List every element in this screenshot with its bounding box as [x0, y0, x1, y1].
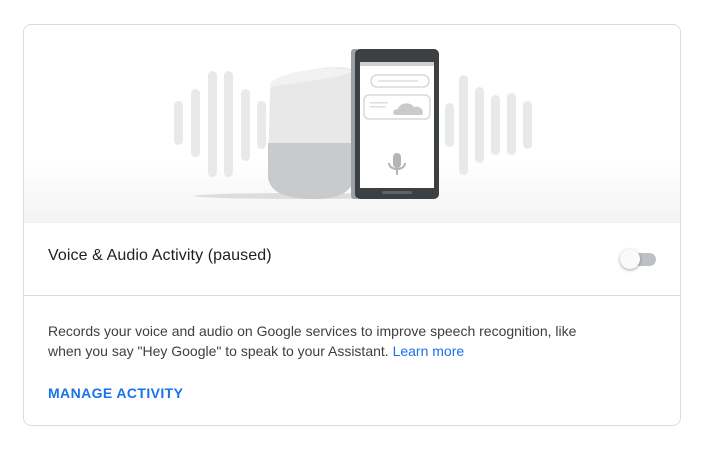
setting-title: Voice & Audio Activity (paused) — [48, 247, 272, 264]
hero-illustration — [24, 25, 680, 223]
setting-row: Voice & Audio Activity (paused) — [24, 223, 680, 296]
manage-activity-button[interactable]: MANAGE ACTIVITY — [48, 385, 183, 401]
phone-icon — [351, 49, 439, 199]
assistant-illustration — [174, 49, 532, 199]
setting-description: Records your voice and audio on Google s… — [48, 321, 608, 361]
voice-audio-activity-card: Voice & Audio Activity (paused) Records … — [23, 24, 681, 426]
activity-toggle[interactable] — [620, 248, 660, 270]
smart-speaker-icon — [268, 67, 354, 199]
description-text: Records your voice and audio on Google s… — [48, 323, 577, 359]
learn-more-link[interactable]: Learn more — [393, 343, 465, 359]
toggle-thumb — [620, 249, 640, 269]
